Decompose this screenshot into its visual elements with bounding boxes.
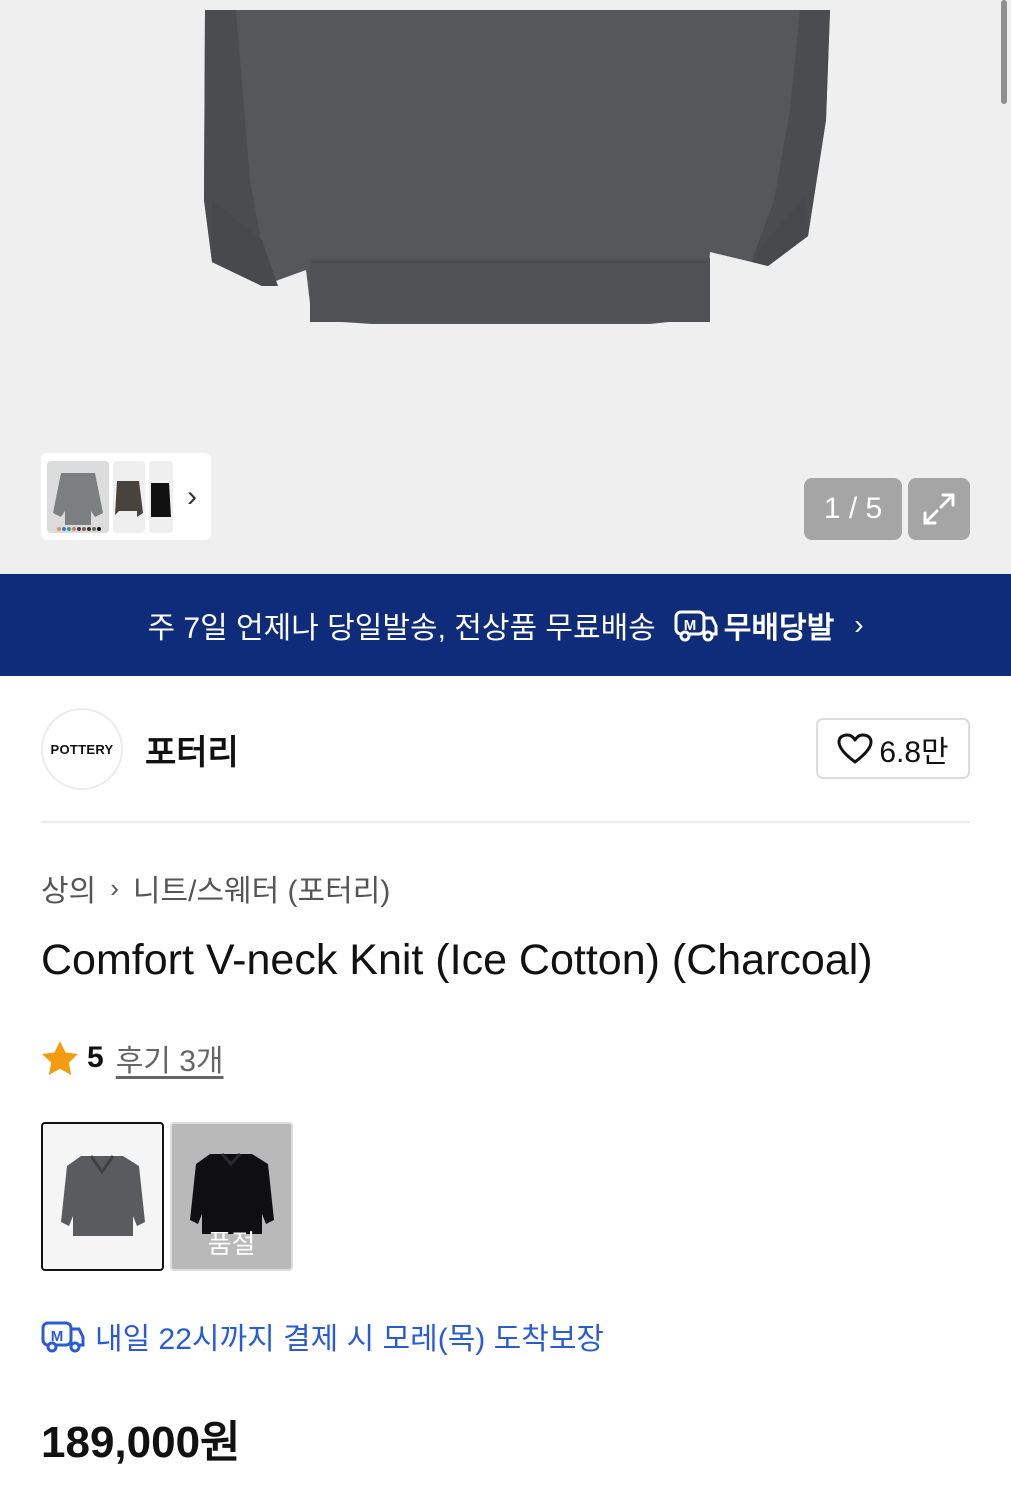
breadcrumb-subcategory[interactable]: 니트/스웨터 (포터리) bbox=[133, 866, 390, 910]
banner-brand-label: 무배당발 bbox=[723, 612, 835, 645]
color-option-black-soldout[interactable]: 품절 bbox=[170, 1122, 293, 1271]
delivery-promise: M 내일 22시까지 결제 시 모레(목) 도착보장 bbox=[41, 1314, 604, 1358]
product-title: Comfort V-neck Knit (Ice Cotton) (Charco… bbox=[41, 936, 873, 984]
thumbnail-brown-sweater[interactable] bbox=[113, 460, 145, 533]
delivery-truck-icon: M bbox=[674, 610, 718, 642]
chevron-right-icon[interactable]: › bbox=[187, 481, 197, 512]
heart-icon bbox=[837, 733, 873, 763]
rating-score: 5 bbox=[87, 1041, 104, 1074]
breadcrumb-category[interactable]: 상의 bbox=[41, 866, 96, 910]
svg-text:M: M bbox=[684, 617, 697, 634]
store-name[interactable]: 포터리 bbox=[145, 725, 239, 774]
star-icon bbox=[42, 1041, 78, 1075]
thumbnail-black-sweater[interactable] bbox=[149, 460, 173, 533]
delivery-truck-icon: M bbox=[41, 1321, 85, 1353]
thumbnail-gray-sweater[interactable] bbox=[47, 460, 109, 533]
charcoal-sweater-image bbox=[61, 1155, 145, 1236]
thumbnail-strip[interactable]: › bbox=[41, 453, 211, 540]
like-count: 6.8만 bbox=[879, 735, 949, 769]
chevron-right-icon: › bbox=[854, 609, 864, 640]
image-counter: 1 / 5 bbox=[804, 478, 902, 540]
chevron-right-icon: › bbox=[110, 872, 119, 903]
store-row: POTTERY 포터리 6.8만 bbox=[41, 708, 970, 790]
banner-text: 주 7일 언제나 당일발송, 전상품 무료배송 bbox=[147, 612, 656, 645]
store-logo[interactable]: POTTERY bbox=[41, 708, 123, 790]
shipping-banner[interactable]: 주 7일 언제나 당일발송, 전상품 무료배송 M 무배당발 › bbox=[0, 574, 1011, 676]
banner-brand: M 무배당발 bbox=[674, 603, 834, 647]
reviews-link[interactable]: 후기 3개 bbox=[116, 1036, 224, 1080]
product-image-gallery[interactable]: › 1 / 5 bbox=[0, 0, 1011, 574]
svg-text:M: M bbox=[51, 1328, 64, 1345]
product-price: 189,000원 bbox=[41, 1418, 241, 1467]
scrollbar[interactable] bbox=[1001, 0, 1007, 104]
rating-row: 5 후기 3개 bbox=[41, 1036, 224, 1080]
color-option-charcoal[interactable] bbox=[41, 1122, 164, 1271]
breadcrumb: 상의 › 니트/스웨터 (포터리) bbox=[41, 866, 390, 910]
sold-out-label: 품절 bbox=[207, 1229, 256, 1259]
delivery-text: 내일 22시까지 결제 시 모레(목) 도착보장 bbox=[95, 1323, 605, 1356]
expand-icon[interactable] bbox=[908, 478, 970, 540]
like-button[interactable]: 6.8만 bbox=[816, 718, 970, 779]
divider bbox=[41, 821, 970, 823]
